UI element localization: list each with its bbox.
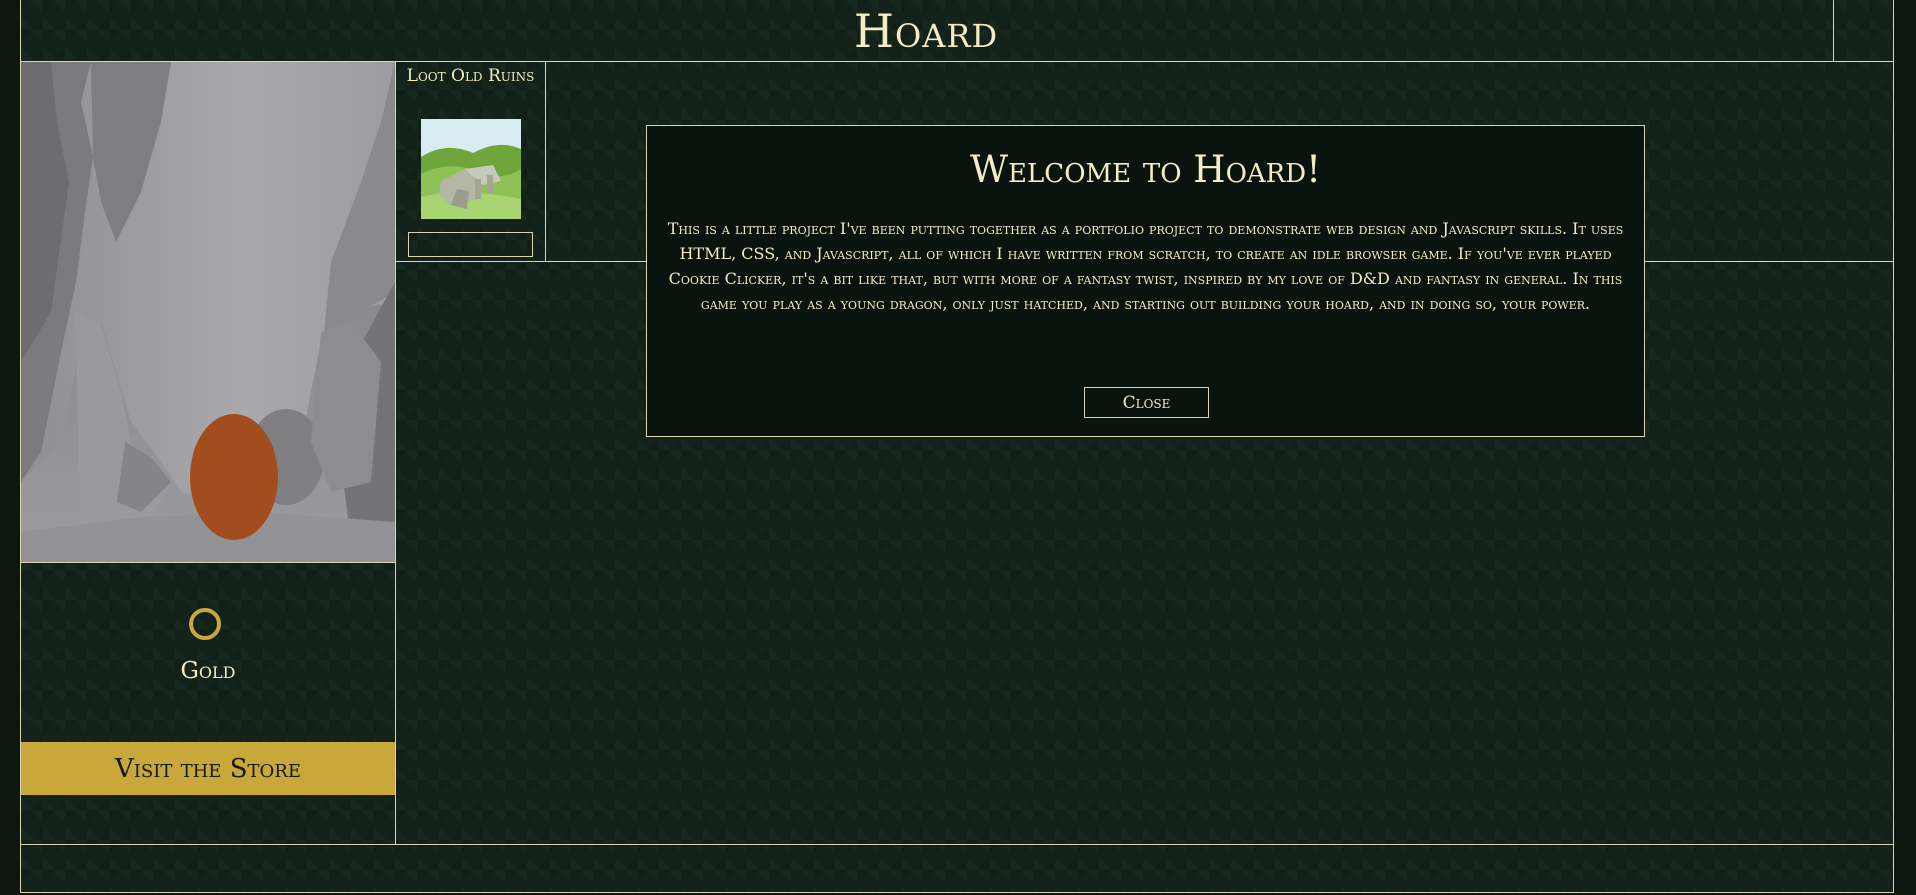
gold-coin-icon [189, 608, 221, 640]
header-corner-box [1833, 0, 1893, 61]
location-card-divider [545, 62, 546, 262]
location-progress-bar [408, 232, 533, 257]
location-name: Loot Old Ruins [406, 66, 535, 86]
cave-scene [21, 62, 395, 562]
location-card-old-ruins: Loot Old Ruins [396, 62, 545, 261]
close-button[interactable]: Close [1084, 387, 1209, 418]
modal-title: Welcome to Hoard! [970, 148, 1321, 191]
modal-body-text: This is a little project I've been putti… [667, 219, 1624, 313]
page-title: Hoard [853, 4, 999, 58]
old-ruins-image[interactable] [421, 119, 521, 219]
footer-divider [20, 844, 1894, 845]
dragon-egg [190, 414, 278, 540]
gold-counter: Gold [21, 563, 395, 743]
welcome-modal: Welcome to Hoard! This is a little proje… [646, 125, 1645, 437]
visit-store-button[interactable]: Visit the Store [21, 742, 395, 795]
gold-label: Gold [180, 658, 236, 684]
